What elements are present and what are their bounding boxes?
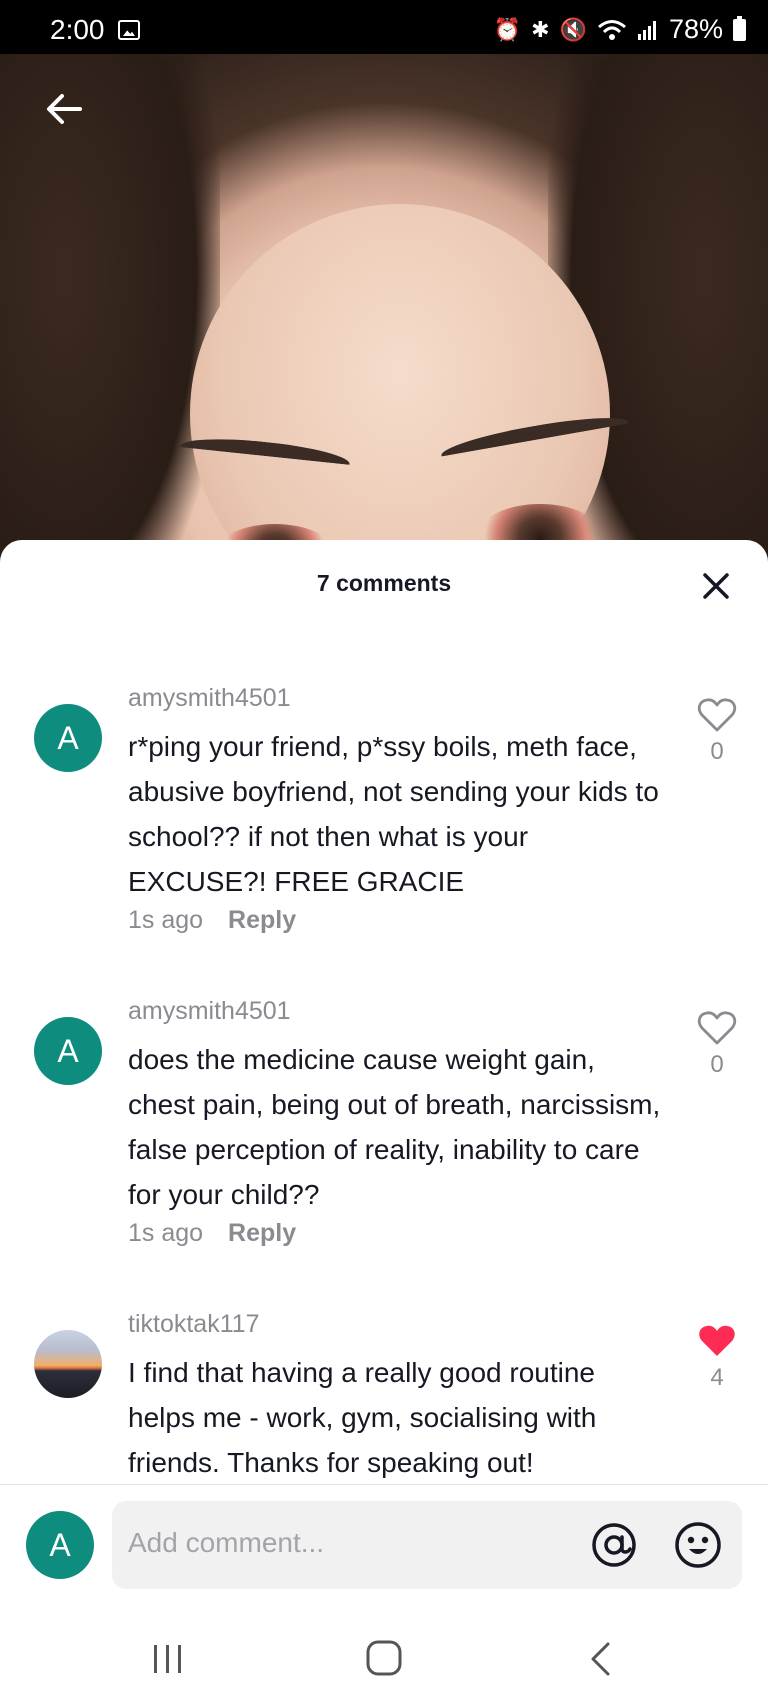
navigation-bar <box>0 1605 768 1707</box>
bluetooth-icon: ✱ <box>531 16 550 42</box>
back-arrow-icon[interactable] <box>40 84 90 134</box>
comment-time: 1s ago <box>128 906 204 934</box>
heart-outline-icon[interactable] <box>697 696 737 734</box>
reply-button[interactable]: Reply <box>228 906 296 934</box>
home-icon[interactable] <box>365 1639 403 1677</box>
reply-button[interactable]: Reply <box>228 1219 296 1247</box>
comments-sheet: 7 comments A amysmith4501 r*ping your fr… <box>0 540 768 1707</box>
comment-meta: 1s ago Reply <box>128 1219 296 1248</box>
alarm-icon: ⏰ <box>493 16 522 42</box>
chevron-left-icon[interactable] <box>588 1641 612 1677</box>
comment-time: 1s ago <box>128 1219 204 1247</box>
comment-text: r*ping your friend, p*ssy boils, meth fa… <box>128 731 659 897</box>
like-count: 4 <box>710 1364 724 1391</box>
comment-composer: A Add comment... <box>0 1485 768 1605</box>
sheet-header: 7 comments <box>0 540 768 624</box>
status-bar: 2:00 ⏰ ✱ 🔇 78% <box>0 0 768 54</box>
video-background <box>0 54 768 574</box>
comment-username[interactable]: amysmith4501 <box>128 684 291 713</box>
like-button[interactable]: 0 <box>694 696 740 766</box>
avatar[interactable] <box>34 1330 102 1398</box>
battery-percentage: 78% <box>668 14 723 44</box>
battery-icon <box>733 15 746 41</box>
wifi-icon <box>597 19 626 40</box>
like-button[interactable]: 4 <box>694 1322 740 1392</box>
like-count: 0 <box>710 1051 724 1078</box>
avatar[interactable]: A <box>34 1017 102 1085</box>
comment-username[interactable]: amysmith4501 <box>128 997 291 1026</box>
status-time: 2:00 <box>50 14 105 45</box>
image-notification-icon <box>118 20 140 40</box>
mute-icon: 🔇 <box>559 16 587 42</box>
smiley-icon[interactable] <box>672 1519 724 1571</box>
comment-input[interactable]: Add comment... <box>112 1501 742 1589</box>
status-icons: ⏰ ✱ 🔇 78% <box>494 14 746 45</box>
comment-text: I find that having a really good routine… <box>128 1357 597 1478</box>
comment-input-placeholder[interactable]: Add comment... <box>128 1527 324 1559</box>
avatar[interactable]: A <box>26 1511 94 1579</box>
at-sign-icon[interactable] <box>588 1519 640 1571</box>
heart-outline-icon[interactable] <box>697 1009 737 1047</box>
close-icon[interactable] <box>696 566 736 606</box>
signal-icon <box>637 20 656 40</box>
like-button[interactable]: 0 <box>694 1009 740 1079</box>
comment-username[interactable]: tiktoktak117 <box>128 1310 260 1339</box>
comment-list[interactable]: A amysmith4501 r*ping your friend, p*ssy… <box>0 624 768 1484</box>
recent-apps-icon[interactable] <box>150 1643 186 1675</box>
heart-filled-icon[interactable] <box>697 1322 737 1360</box>
avatar[interactable]: A <box>34 704 102 772</box>
comment-count: 7 comments <box>316 570 452 596</box>
comment-meta: 1s ago Reply <box>128 906 296 935</box>
comment-text: does the medicine cause weight gain, che… <box>128 1044 661 1210</box>
like-count: 0 <box>710 738 724 765</box>
